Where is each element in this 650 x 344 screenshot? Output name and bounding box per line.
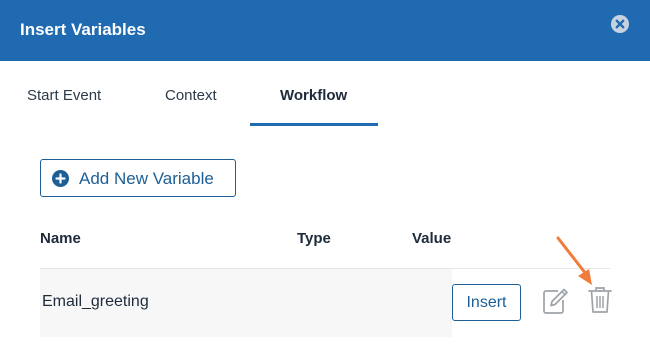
tab-start-event[interactable]: Start Event (27, 86, 101, 106)
close-button[interactable] (611, 15, 629, 33)
add-new-variable-button[interactable]: Add New Variable (40, 159, 236, 197)
trash-icon[interactable] (587, 286, 613, 314)
variable-name: Email_greeting (42, 293, 149, 310)
column-header-type: Type (297, 230, 331, 247)
dialog-header: Insert Variables (0, 0, 650, 61)
insert-button[interactable]: Insert (452, 284, 521, 321)
dialog-title: Insert Variables (20, 20, 146, 39)
plus-circle-icon (52, 170, 69, 187)
arrow-annotation (556, 236, 592, 285)
active-tab-indicator (250, 123, 378, 126)
tab-context[interactable]: Context (165, 86, 217, 106)
column-header-name: Name (40, 230, 81, 247)
tab-workflow[interactable]: Workflow (280, 86, 347, 106)
add-new-variable-label: Add New Variable (79, 169, 214, 188)
edit-icon[interactable] (541, 287, 569, 315)
close-icon (615, 19, 625, 29)
column-header-value: Value (412, 230, 452, 247)
